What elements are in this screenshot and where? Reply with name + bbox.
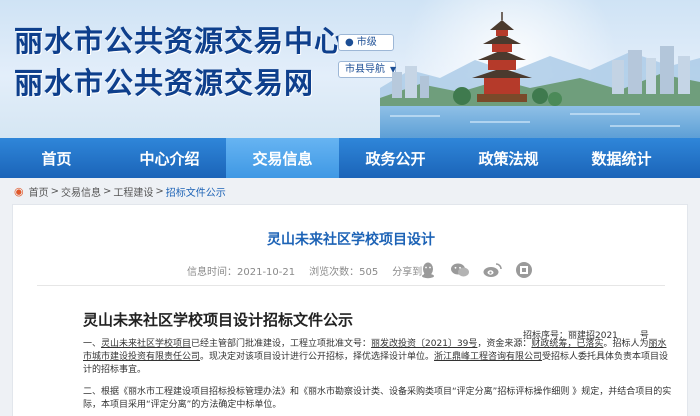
breadcrumb-current[interactable]: 招标文件公示 (166, 184, 226, 199)
para1-text-c: 。招标人为 (603, 339, 649, 349)
county-nav-label: 市县导航 (345, 64, 385, 75)
breadcrumb-separator: > (155, 186, 164, 197)
wechat-icon[interactable] (450, 261, 470, 279)
document-heading: 灵山未来社区学校项目设计招标文件公示 (83, 311, 354, 329)
article-meta: 信息时间：2021-10-21 浏览次数：505 分享到： (187, 263, 432, 278)
agent-name: 浙江鼎峰工程咨询有限公司 (434, 352, 543, 362)
nav-trade-info[interactable]: 交易信息 (226, 138, 339, 178)
paragraph-one: 一、灵山未来社区学校项目已经主管部门批准建设，工程立项批准文号：丽发改投资〔20… (83, 338, 673, 377)
article-card: 灵山未来社区学校项目设计 信息时间：2021-10-21 浏览次数：505 分享… (12, 204, 688, 416)
funding-source: 财政统筹，已落实 (531, 339, 604, 349)
breadcrumb-separator: > (50, 186, 59, 197)
meta-divider (37, 285, 665, 286)
para1-text-d: 。现决定对该项目设计进行公开招标，择优选择设计单位。 (200, 352, 435, 362)
location-icon: ◉ (14, 185, 24, 198)
city-landscape-illustration (380, 12, 700, 138)
breadcrumb-separator: > (103, 186, 112, 197)
nav-government-affairs[interactable]: 政务公开 (339, 138, 452, 178)
view-count: 浏览次数：505 (309, 267, 379, 278)
qzone-icon[interactable] (514, 261, 534, 279)
article-title: 灵山未来社区学校项目设计 (267, 232, 435, 248)
breadcrumb-trade-info[interactable]: 交易信息 (61, 184, 101, 199)
approval-number: 丽发改投资〔2021〕39号 (371, 339, 478, 349)
breadcrumb-home[interactable]: 首页 (29, 184, 49, 199)
para1-text-b: ，资金来源： (477, 339, 532, 349)
nav-center-intro[interactable]: 中心介绍 (113, 138, 226, 178)
site-title-primary: 丽水市公共资源交易中心 (14, 24, 345, 58)
para1-text-a: 已经主管部门批准建设，工程立项批准文号： (191, 339, 372, 349)
para1-prefix: 一、 (83, 339, 102, 349)
paragraph-two: 二、根据《丽水市工程建设项目招标投标管理办法》和《丽水市勘察设计类、设备采购类项… (83, 387, 672, 410)
publish-date: 信息时间：2021-10-21 (187, 267, 296, 278)
site-header: 丽水市公共资源交易中心 丽水市公共资源交易网 ● 市级 市县导航 ▼ (0, 0, 700, 138)
city-level-label: 市级 (356, 37, 377, 48)
qq-icon[interactable] (418, 261, 438, 279)
project-name: 灵山未来社区学校项目 (101, 339, 192, 349)
nav-policies[interactable]: 政策法规 (452, 138, 565, 178)
location-pin-icon: ● (345, 37, 354, 48)
weibo-icon[interactable] (482, 261, 502, 279)
site-title-secondary: 丽水市公共资源交易网 (14, 66, 315, 100)
breadcrumb-construction[interactable]: 工程建设 (113, 184, 153, 199)
share-buttons (418, 261, 534, 279)
nav-home[interactable]: 首页 (0, 138, 113, 178)
nav-statistics[interactable]: 数据统计 (565, 138, 678, 178)
breadcrumb: ◉ 首页 > 交易信息 > 工程建设 > 招标文件公示 (14, 184, 226, 199)
main-nav: 首页 中心介绍 交易信息 政务公开 政策法规 数据统计 (0, 138, 700, 178)
